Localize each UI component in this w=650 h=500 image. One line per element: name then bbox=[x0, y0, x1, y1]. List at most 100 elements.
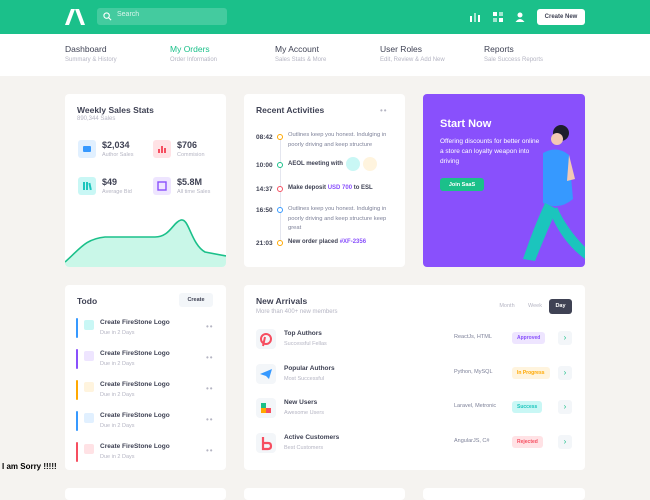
nav-subtitle: Order Information bbox=[170, 57, 218, 63]
overlay-text: I am Sorry !!!!! bbox=[2, 462, 57, 471]
arrival-tech: AngularJS, C# bbox=[454, 438, 490, 444]
todo-item[interactable]: Create FireStone Logo Due in 2 Days •• bbox=[76, 411, 216, 437]
tab-week[interactable]: Week bbox=[524, 299, 546, 314]
chat-icon bbox=[78, 140, 96, 158]
todo-due: Due in 2 Days bbox=[100, 454, 135, 460]
more-options-icon[interactable]: •• bbox=[206, 446, 214, 455]
arrival-subtitle: Most Successful bbox=[284, 376, 325, 382]
bar-chart-icon bbox=[153, 140, 171, 158]
avatar[interactable] bbox=[363, 157, 377, 171]
activity-text-part: to ESL bbox=[352, 185, 373, 191]
arrival-row[interactable]: Top Authors Successful Fellas ReactJs, H… bbox=[256, 329, 572, 355]
arrival-subtitle: Successful Fellas bbox=[284, 341, 327, 347]
stat-value: $2,034 bbox=[102, 140, 130, 150]
brand-logo[interactable] bbox=[64, 9, 86, 25]
arrival-row[interactable]: Active Customers Best Customers AngularJ… bbox=[256, 433, 572, 459]
arrival-title: Popular Authors bbox=[284, 365, 335, 372]
nav-title: My Account bbox=[275, 44, 319, 54]
tab-day[interactable]: Day bbox=[549, 299, 572, 314]
stat-label: Average Bid bbox=[102, 189, 132, 195]
top-bar: Search Create New bbox=[0, 0, 650, 34]
todo-status-bar bbox=[76, 349, 78, 369]
activity-time: 10:00 bbox=[256, 162, 273, 169]
status-badge: In Progress bbox=[512, 367, 550, 379]
more-options-icon[interactable]: •• bbox=[380, 106, 388, 115]
start-now-promo: Start Now Offering discounts for better … bbox=[423, 94, 585, 267]
nav-subtitle: Edit, Review & Add New bbox=[380, 57, 445, 63]
avatar[interactable] bbox=[346, 157, 360, 171]
todo-checkbox[interactable] bbox=[84, 382, 94, 392]
arrow-right-icon[interactable]: › bbox=[558, 366, 572, 380]
arrival-subtitle: Awesome Users bbox=[284, 410, 324, 416]
todo-status-bar bbox=[76, 411, 78, 431]
puzzle-icon bbox=[256, 398, 276, 418]
card-subtitle: 890,344 Sales bbox=[77, 116, 116, 122]
arrival-row[interactable]: Popular Authors Most Successful Python, … bbox=[256, 364, 572, 390]
activity-time: 16:50 bbox=[256, 207, 273, 214]
search-box[interactable]: Search bbox=[97, 8, 227, 25]
activity-time: 14:37 bbox=[256, 186, 273, 193]
arrow-right-icon[interactable]: › bbox=[558, 331, 572, 345]
activity-text: Outlines keep you honest. Indulging in p… bbox=[288, 206, 387, 231]
todo-item[interactable]: Create FireStone Logo Due in 2 Days •• bbox=[76, 442, 216, 468]
card-title: Todo bbox=[77, 296, 98, 306]
card-subtitle: More than 400+ new members bbox=[256, 309, 338, 315]
todo-item[interactable]: Create FireStone Logo Due in 2 Days •• bbox=[76, 318, 216, 344]
arrival-title: New Users bbox=[284, 399, 318, 406]
todo-due: Due in 2 Days bbox=[100, 423, 135, 429]
nav-item-dashboard[interactable]: Dashboard Summary & History bbox=[65, 44, 117, 68]
nav-item-my-account[interactable]: My Account Sales Stats & More bbox=[275, 44, 326, 68]
sales-area-chart bbox=[65, 219, 226, 267]
arrival-tech: Laravel, Metronic bbox=[454, 403, 497, 409]
card-title: New Arrivals bbox=[256, 296, 308, 306]
stat-label: Author Sales bbox=[102, 152, 134, 158]
arrow-right-icon[interactable]: › bbox=[558, 435, 572, 449]
activity-dot bbox=[277, 186, 283, 192]
todo-due: Due in 2 Days bbox=[100, 330, 135, 336]
more-options-icon[interactable]: •• bbox=[206, 415, 214, 424]
activity-text: AEOL meeting with bbox=[288, 161, 343, 167]
card-title: Weekly Sales Stats bbox=[77, 105, 154, 115]
nav-item-user-roles[interactable]: User Roles Edit, Review & Add New bbox=[380, 44, 445, 68]
tab-month[interactable]: Month bbox=[493, 299, 521, 314]
todo-checkbox[interactable] bbox=[84, 444, 94, 454]
arrival-tech: ReactJs, HTML bbox=[454, 334, 492, 340]
activity-text-part: New order placed bbox=[288, 239, 340, 245]
nav-item-reports[interactable]: Reports Sale Success Reports bbox=[484, 44, 543, 68]
grid-icon[interactable] bbox=[492, 11, 504, 23]
create-new-button[interactable]: Create New bbox=[537, 9, 585, 25]
todo-title: Create FireStone Logo bbox=[100, 319, 170, 326]
nav-item-my-orders[interactable]: My Orders Order Information bbox=[170, 44, 217, 68]
expand-icon bbox=[153, 177, 171, 195]
arrow-right-icon[interactable]: › bbox=[558, 400, 572, 414]
stat-label: Commision bbox=[177, 152, 205, 158]
todo-title: Create FireStone Logo bbox=[100, 443, 170, 450]
todo-status-bar bbox=[76, 442, 78, 462]
arrival-tech: Python, MySQL bbox=[454, 369, 493, 375]
todo-item[interactable]: Create FireStone Logo Due in 2 Days •• bbox=[76, 380, 216, 406]
more-options-icon[interactable]: •• bbox=[206, 384, 214, 393]
bar-chart-icon[interactable] bbox=[469, 11, 481, 23]
todo-checkbox[interactable] bbox=[84, 351, 94, 361]
todo-status-bar bbox=[76, 318, 78, 338]
more-options-icon[interactable]: •• bbox=[206, 353, 214, 362]
telegram-icon bbox=[256, 364, 276, 384]
user-icon[interactable] bbox=[514, 11, 526, 23]
main-nav: Dashboard Summary & History My Orders Or… bbox=[0, 34, 650, 76]
todo-checkbox[interactable] bbox=[84, 320, 94, 330]
join-saas-button[interactable]: Join SaaS bbox=[440, 178, 484, 191]
nav-title: My Orders bbox=[170, 44, 210, 54]
books-icon bbox=[78, 177, 96, 195]
create-todo-button[interactable]: Create bbox=[179, 293, 213, 307]
stat-label: All time Sales bbox=[177, 189, 211, 195]
todo-checkbox[interactable] bbox=[84, 413, 94, 423]
order-number-link[interactable]: #XF-2356 bbox=[340, 239, 366, 245]
todo-due: Due in 2 Days bbox=[100, 392, 135, 398]
todo-status-bar bbox=[76, 380, 78, 400]
activity-text-part: Make deposit bbox=[288, 185, 328, 191]
stat-value: $49 bbox=[102, 177, 118, 187]
todo-item[interactable]: Create FireStone Logo Due in 2 Days •• bbox=[76, 349, 216, 375]
more-options-icon[interactable]: •• bbox=[206, 322, 214, 331]
arrival-row[interactable]: New Users Awesome Users Laravel, Metroni… bbox=[256, 398, 572, 424]
pinterest-icon bbox=[256, 329, 276, 349]
